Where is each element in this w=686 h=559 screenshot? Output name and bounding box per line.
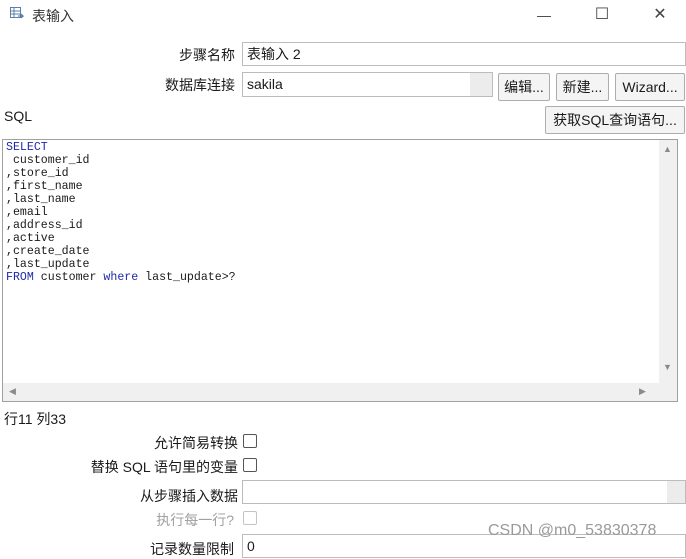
sql-line: SELECT [6,141,48,154]
dropdown-handle[interactable] [470,73,492,96]
lazy-conversion-checkbox[interactable] [243,434,257,448]
minimize-button[interactable]: — [528,4,560,26]
window-title: 表输入 [32,8,74,24]
edit-connection-button[interactable]: 编辑... [498,73,550,101]
sql-line: ,last_name [6,193,76,206]
close-button[interactable]: ✕ [644,4,676,26]
dropdown-handle[interactable] [667,481,685,503]
sql-line: ,store_id [6,167,69,180]
execute-each-row-checkbox[interactable] [243,511,257,525]
db-connection-value: sakila [247,76,283,92]
db-connection-select[interactable]: sakila [242,72,493,97]
step-name-label: 步骤名称 [179,47,235,63]
db-connection-label: 数据库连接 [165,77,235,93]
lazy-conversion-label: 允许简易转换 [154,435,238,451]
execute-each-row-label: 执行每一行? [156,512,234,528]
sql-editor[interactable]: SELECT customer_id ,store_id ,first_name… [2,139,678,402]
scrollbar-corner [659,383,677,401]
new-connection-button[interactable]: 新建... [556,73,609,101]
cursor-position: 行11 列33 [4,411,66,427]
sql-line: FROM customer where last_update>? [6,271,236,284]
insert-from-step-select[interactable] [242,480,686,504]
sql-line: customer_id [6,154,90,167]
sql-line: ,email [6,206,48,219]
maximize-button[interactable]: ☐ [586,4,618,26]
get-sql-button[interactable]: 获取SQL查询语句... [545,106,685,134]
step-name-input[interactable]: 表输入 2 [242,42,686,66]
scroll-left-icon[interactable]: ◀ [9,386,16,397]
scroll-up-icon[interactable]: ▲ [663,144,672,154]
sql-line: ,active [6,232,55,245]
sql-line: ,last_update [6,258,90,271]
vertical-scrollbar[interactable]: ▲ ▼ [659,140,677,384]
table-input-icon [10,7,24,19]
scroll-down-icon[interactable]: ▼ [663,362,672,372]
sql-line: ,create_date [6,245,90,258]
watermark: CSDN @m0_53830378 [488,522,657,539]
horizontal-scrollbar[interactable]: ◀ ▶ [3,383,659,401]
sql-label: SQL [4,108,33,124]
limit-label: 记录数量限制 [150,541,234,557]
sql-line: ,address_id [6,219,83,232]
title-bar: 表输入 — ☐ ✕ [0,0,686,30]
replace-variables-label: 替换 SQL 语句里的变量 [90,459,238,475]
replace-variables-checkbox[interactable] [243,458,257,472]
insert-from-step-label: 从步骤插入数据 [140,488,238,504]
scroll-right-icon[interactable]: ▶ [639,386,646,397]
sql-code[interactable]: SELECT customer_id ,store_id ,first_name… [6,141,236,284]
sql-line: ,first_name [6,180,83,193]
wizard-button[interactable]: Wizard... [615,73,685,101]
